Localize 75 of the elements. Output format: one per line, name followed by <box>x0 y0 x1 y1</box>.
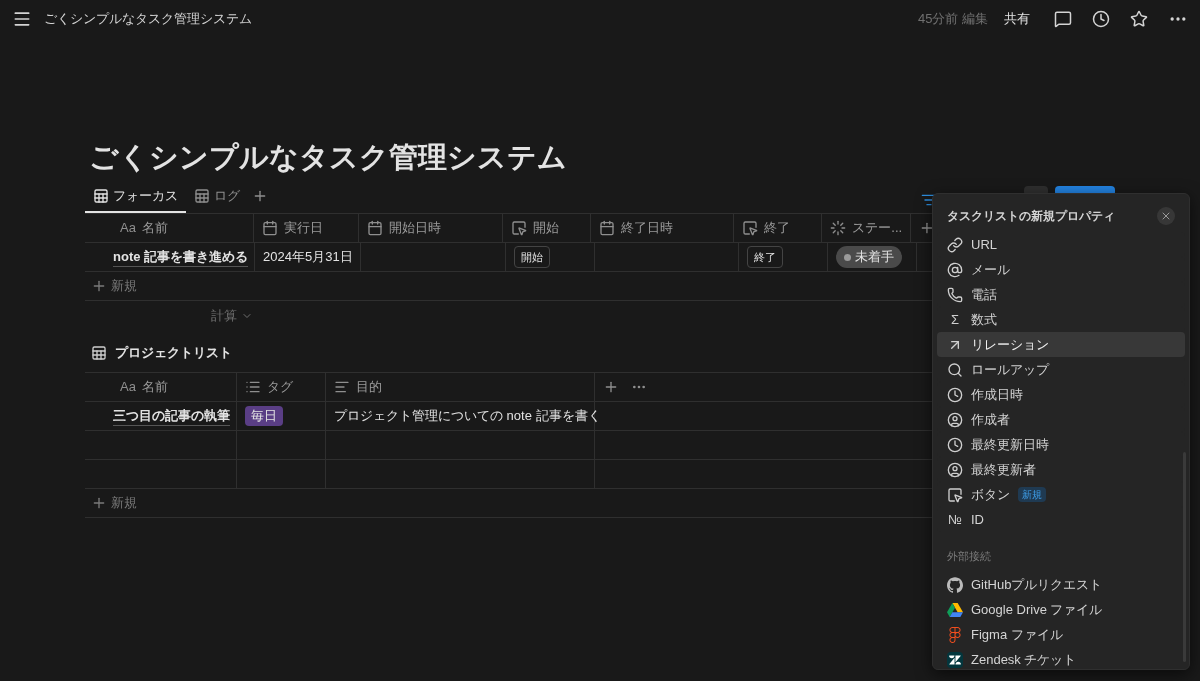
clock-icon <box>947 386 963 403</box>
table-icon <box>194 188 210 204</box>
user-icon <box>947 411 963 428</box>
pointer-icon <box>947 486 963 503</box>
text-type-icon: Aa <box>120 218 136 238</box>
column-header[interactable]: 終了日時 <box>591 214 734 242</box>
clock-icon <box>947 436 963 453</box>
column-header[interactable]: 終了 <box>733 214 823 242</box>
close-button[interactable] <box>1157 207 1175 225</box>
clock-icon[interactable] <box>1092 10 1110 28</box>
list-icon <box>245 379 261 395</box>
new-badge: 新規 <box>1018 487 1046 502</box>
new-row-button[interactable]: 新規 <box>91 276 137 296</box>
connection-option[interactable]: GitHubプルリクエスト <box>937 572 1185 597</box>
at-icon <box>947 261 963 278</box>
table-icon <box>91 345 107 361</box>
drive-icon <box>947 601 963 618</box>
date-cell-text: 2024年5月31日 <box>263 248 353 267</box>
search-icon <box>947 361 963 378</box>
new-row-button[interactable]: 新規 <box>91 493 137 513</box>
connection-option[interactable]: Figma ファイル <box>937 622 1185 647</box>
zendesk-icon <box>947 651 963 668</box>
menu-title: タスクリストの新規プロパティ <box>947 208 1115 225</box>
add-view-icon[interactable] <box>252 188 268 204</box>
calendar-icon <box>599 220 616 236</box>
link-icon <box>947 236 963 253</box>
section-label: 外部接続 <box>946 549 992 564</box>
section-title[interactable]: プロジェクトリスト <box>115 343 232 363</box>
column-header[interactable]: 開始 <box>502 214 592 242</box>
user-icon <box>947 461 963 478</box>
page-title: ごくシンプルなタスク管理システム <box>88 140 568 175</box>
close-icon <box>1160 210 1172 222</box>
comment-icon[interactable] <box>1054 10 1072 28</box>
table-icon <box>93 188 109 204</box>
column-header[interactable]: 開始日時 <box>359 214 503 242</box>
share-button[interactable]: 共有 <box>1000 9 1034 29</box>
pointer-icon <box>510 220 527 236</box>
calculate-button[interactable]: 計算 <box>211 305 253 326</box>
purpose-cell-text: プロジェクト管理についての note 記事を書く <box>334 407 601 426</box>
menu-icon[interactable] <box>12 9 32 29</box>
project-name[interactable]: 三つ目の記事の執筆 <box>113 405 230 427</box>
view-tab[interactable]: ログ <box>186 181 248 213</box>
property-option[interactable]: リレーション <box>937 332 1185 357</box>
edited-time: 45分前 編集 <box>917 10 988 29</box>
add-column-icon[interactable] <box>603 379 619 395</box>
start-button[interactable]: 開始 <box>514 245 550 269</box>
glyph-icon: № <box>947 509 963 530</box>
lines-icon <box>334 379 350 395</box>
glyph-icon: Σ <box>947 309 963 330</box>
task-name[interactable]: note 記事を書き進める <box>113 246 249 268</box>
star-icon[interactable] <box>1130 10 1148 28</box>
add-column-icon[interactable] <box>919 220 935 236</box>
column-header[interactable]: タグ <box>237 373 326 401</box>
calendar-icon <box>261 220 278 236</box>
breadcrumb[interactable]: ごくシンプルなタスク管理システム <box>44 9 252 29</box>
connection-option[interactable]: Google Drive ファイル <box>937 597 1185 622</box>
loader-icon <box>830 220 847 236</box>
calendar-icon <box>367 220 383 236</box>
plus-icon <box>91 495 107 511</box>
figma-icon <box>947 626 963 643</box>
column-header[interactable]: 実行日 <box>253 214 359 242</box>
tag: 毎日 <box>245 406 283 426</box>
status-tag: 未着手 <box>836 246 902 268</box>
column-header[interactable]: Aa 名前 <box>85 373 237 401</box>
column-header[interactable]: Aa 名前 <box>85 214 254 242</box>
text-type-icon: Aa <box>120 377 136 397</box>
column-header[interactable]: ステー... <box>822 214 912 242</box>
github-icon <box>947 576 963 593</box>
pointer-icon <box>741 220 758 236</box>
plus-icon <box>91 278 107 294</box>
connection-option[interactable]: Zendesk チケット <box>937 647 1185 672</box>
phone-icon <box>947 286 963 303</box>
column-header[interactable]: 目的 <box>326 373 595 401</box>
end-button[interactable]: 終了 <box>747 245 783 269</box>
view-tab[interactable]: フォーカス <box>85 181 186 213</box>
